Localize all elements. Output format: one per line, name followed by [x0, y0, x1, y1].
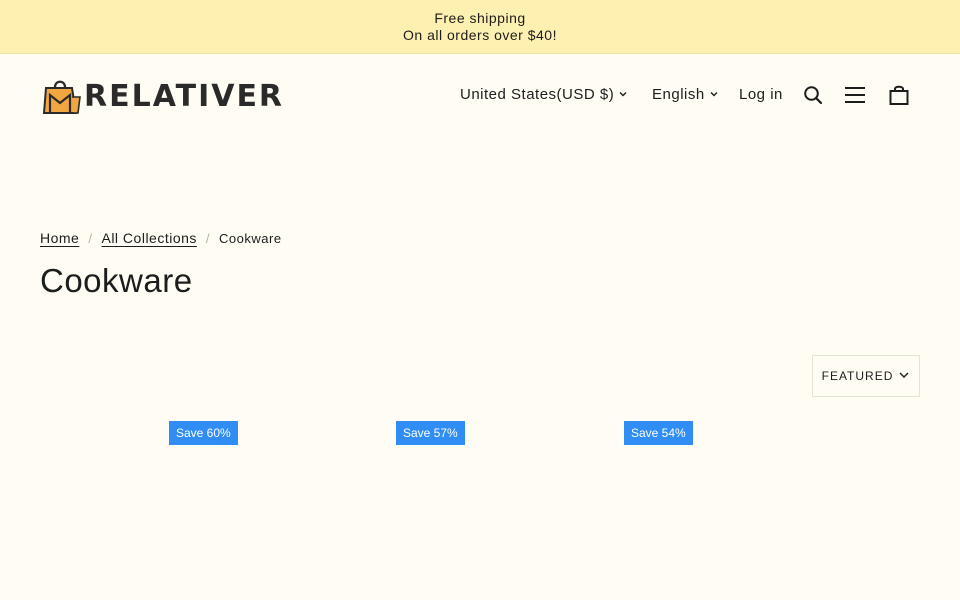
login-link[interactable]: Log in: [739, 82, 783, 106]
breadcrumb-collections-link[interactable]: All Collections: [101, 230, 196, 246]
announcement-bar: Free shipping On all orders over $40!: [0, 0, 960, 54]
chevron-down-icon: [709, 86, 719, 103]
search-icon[interactable]: [802, 84, 824, 106]
menu-icon[interactable]: [844, 84, 866, 106]
cart-icon[interactable]: [888, 84, 910, 106]
language-label: English: [652, 85, 705, 103]
announcement-line-2: On all orders over $40!: [403, 26, 557, 43]
logo-text: RELATIVER: [84, 78, 285, 114]
chevron-down-icon: [618, 86, 628, 103]
site-header: RELATIVER United States(USD $) English L…: [0, 54, 960, 136]
breadcrumb-current: Cookware: [219, 230, 282, 246]
country-selector[interactable]: United States(USD $): [460, 82, 628, 106]
language-selector[interactable]: English: [652, 82, 719, 106]
breadcrumb: Home / All Collections / Cookware: [40, 230, 282, 246]
breadcrumb-home-link[interactable]: Home: [40, 230, 79, 246]
country-label: United States(USD $): [460, 85, 615, 103]
announcement-line-1: Free shipping: [434, 9, 526, 26]
breadcrumb-separator: /: [205, 230, 211, 246]
sort-dropdown[interactable]: FEATURED: [812, 355, 920, 397]
breadcrumb-separator: /: [88, 230, 93, 246]
logo-link[interactable]: RELATIVER: [42, 76, 284, 116]
sale-badge: Save 57%: [396, 421, 465, 445]
sale-badge: Save 54%: [624, 421, 693, 445]
page-title: Cookware: [40, 262, 193, 299]
chevron-down-icon: [898, 369, 910, 384]
sale-badge: Save 60%: [169, 421, 238, 445]
shopping-bag-logo-icon: [42, 77, 82, 115]
sort-label: FEATURED: [821, 369, 894, 383]
